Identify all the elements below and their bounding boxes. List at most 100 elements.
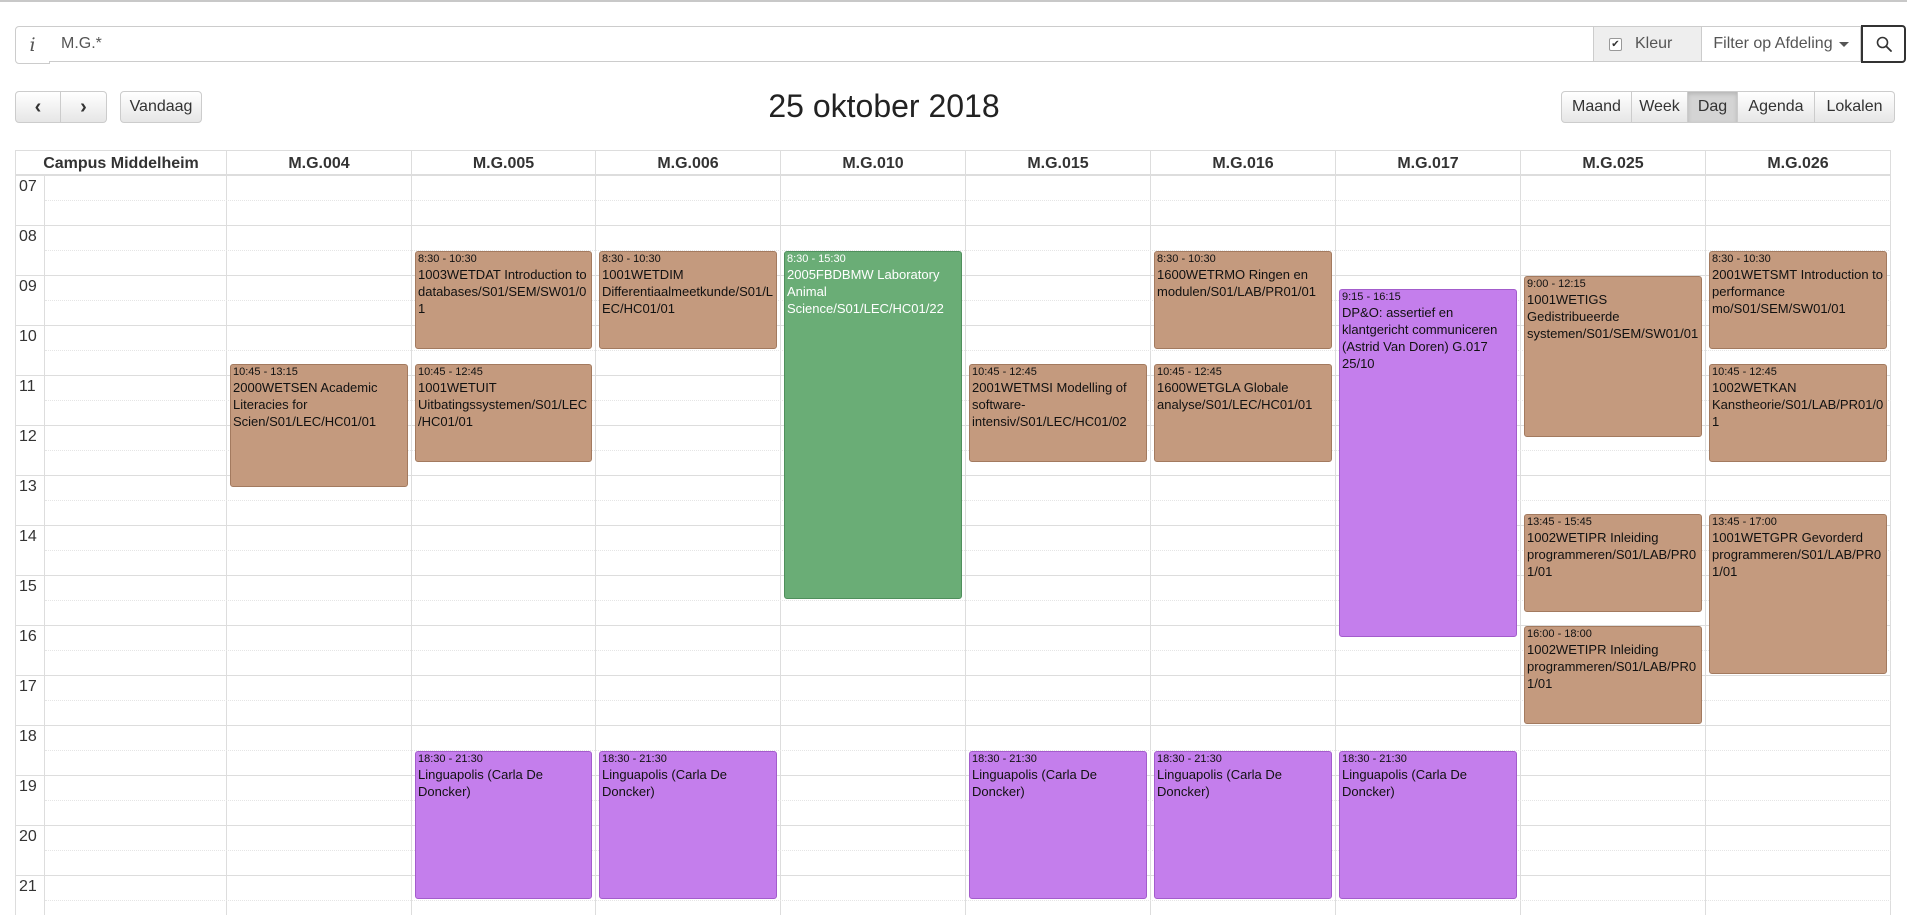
half-hour-line [45,250,1891,251]
calendar-event[interactable]: 8:30 - 10:30 1600WETRMO Ringen en modulen… [1154,251,1332,349]
event-time: 9:00 - 12:15 [1527,278,1586,290]
calendar-grid: 07 08 09 10 11 12 13 14 15 16 17 18 19 20 21 10:45 - 13… [15,175,1891,915]
calendar-event[interactable]: 13:45 - 15:45 1002WETIPR Inleiding progra… [1524,513,1702,612]
calendar-event[interactable]: 10:45 - 12:45 2001WETMSI Modelling of sof… [969,363,1147,462]
calendar-event[interactable]: 9:00 - 12:15 1001WETIGS Gedistribueerde s… [1524,276,1702,437]
calendar-event[interactable]: 10:45 - 12:45 1002WETKAN Kanstheorie/S01/… [1709,363,1887,462]
event-time: 13:45 - 17:00 [1712,515,1777,528]
search-bar: i ✔ Kleur Filter op Afdeling [15,25,1906,64]
grid-border [15,175,16,915]
today-button[interactable]: Vandaag [120,91,202,123]
event-title: 1001WETIGS Gedistribueerde systemen/S01/… [1527,292,1699,341]
event-time: 18:30 - 21:30 [602,753,667,765]
next-day-button[interactable]: › [61,91,107,123]
calendar-event[interactable]: 18:30 - 21:30 Linguapolis (Carla De Donck… [1154,751,1332,899]
event-time: 10:45 - 12:45 [1157,365,1222,378]
event-title: 2005FBDBMW Laboratory Animal Science/S01… [787,267,944,316]
calendar-event[interactable]: 8:30 - 15:30 2005FBDBMW Laboratory Animal… [784,251,962,599]
calendar-event[interactable]: 8:30 - 10:30 2001WETSMT Introduction to p… [1709,251,1887,349]
event-title: 2000WETSEN Academic Literacies for Scien… [233,379,378,429]
calendar-event[interactable]: 10:45 - 13:15 2000WETSEN Academic Literac… [230,363,408,487]
calendar-event[interactable]: 9:15 - 16:15 DP&O: assertief en klantgeri… [1339,288,1517,637]
search-input[interactable] [49,26,1594,62]
event-title: Linguapolis (Carla De Doncker) [1157,767,1283,799]
event-time: 10:45 - 12:45 [418,365,483,378]
hour-label: 20 [19,828,37,845]
search-button[interactable] [1861,25,1906,63]
color-checkbox[interactable]: ✔ [1609,37,1622,51]
view-lokalen-button[interactable]: Lokalen [1815,91,1895,123]
column-divider [226,175,227,915]
hour-line [15,825,1891,826]
hour-label: 15 [19,578,37,595]
event-time: 18:30 - 21:30 [1157,753,1222,765]
hour-label: 13 [19,478,37,495]
event-time: 8:30 - 10:30 [1157,253,1216,265]
hour-label: 17 [19,678,37,695]
hour-label: 09 [19,278,37,295]
calendar-event[interactable]: 8:30 - 10:30 1003WETDAT Introduction to d… [415,251,592,349]
window-top-border [0,0,1907,2]
calendar-event[interactable]: 10:45 - 12:45 1001WETUIT Uitbatingssystem… [415,363,592,462]
calendar-event[interactable]: 13:45 - 17:00 1001WETGPR Gevorderd progra… [1709,513,1887,674]
room-column-header: M.G.016 [1151,150,1336,175]
info-icon[interactable]: i [15,26,50,64]
hour-label: 08 [19,228,37,245]
caret-down-icon [1838,41,1849,47]
previous-day-button[interactable]: ‹ [15,91,61,123]
department-filter-dropdown[interactable]: Filter op Afdeling [1702,26,1861,62]
event-title: 1600WETRMO Ringen en modulen/S01/LAB/PR0… [1157,267,1316,299]
hour-line [15,175,1891,176]
hour-label: 07 [19,178,37,195]
event-time: 10:45 - 12:45 [1712,365,1777,378]
search-icon [1876,36,1892,52]
department-filter-label: Filter op Afdeling [1713,35,1833,52]
event-time: 10:45 - 12:45 [972,365,1037,378]
room-column-header: M.G.005 [412,150,596,175]
calendar-event[interactable]: 18:30 - 21:30 Linguapolis (Carla De Donck… [599,751,777,899]
event-time: 16:00 - 18:00 [1527,628,1592,640]
calendar-event[interactable]: 16:00 - 18:00 1002WETIPR Inleiding progra… [1524,626,1702,724]
event-title: DP&O: assertief en klantgericht communic… [1342,304,1498,371]
event-title: 1600WETGLA Globale analyse/S01/LEC/HC01/… [1157,379,1313,412]
event-time: 8:30 - 10:30 [1712,253,1771,265]
event-title: 1002WETIPR Inleiding programmeren/S01/LA… [1527,529,1697,579]
column-divider [1705,175,1706,915]
day-calendar: Campus Middelheim M.G.004 M.G.005 M.G.006 M.… [15,150,1891,915]
view-maand-button[interactable]: Maand [1561,91,1632,123]
event-time: 10:45 - 13:15 [233,365,298,378]
column-divider [780,175,781,915]
date-navigation: ‹ › [15,91,107,123]
event-title: Linguapolis (Carla De Doncker) [972,767,1098,799]
hour-line [15,725,1891,726]
half-hour-line [45,800,1891,801]
calendar-event[interactable]: 18:30 - 21:30 Linguapolis (Carla De Donck… [969,751,1147,899]
column-divider [1150,175,1151,915]
chevron-right-icon: › [80,95,87,118]
chevron-left-icon: ‹ [34,95,42,118]
view-agenda-button[interactable]: Agenda [1738,91,1815,123]
view-week-button[interactable]: Week [1632,91,1688,123]
event-title: 1002WETKAN Kanstheorie/S01/LAB/PR01/01 [1712,379,1884,429]
event-title: 1001WETUIT Uitbatingssystemen/S01/LEC/HC… [418,379,588,429]
half-hour-line [45,900,1891,901]
room-column-header: M.G.025 [1521,150,1706,175]
color-toggle[interactable]: ✔ Kleur [1594,26,1702,62]
calendar-event[interactable]: 10:45 - 12:45 1600WETGLA Globale analyse/… [1154,363,1332,462]
column-divider [1335,175,1336,915]
calendar-event[interactable]: 18:30 - 21:30 Linguapolis (Carla De Donck… [1339,751,1517,899]
time-axis-divider [44,175,45,915]
event-title: 2001WETMSI Modelling of software-intensi… [972,379,1127,429]
hour-line [15,775,1891,776]
calendar-event[interactable]: 18:30 - 21:30 Linguapolis (Carla De Donck… [415,751,592,899]
room-column-header: M.G.015 [966,150,1151,175]
calendar-event[interactable]: 8:30 - 10:30 1001WETDIM Differentiaalmeet… [599,251,777,349]
event-time: 8:30 - 15:30 [787,253,846,265]
view-switcher: Maand Week Dag Agenda Lokalen [1561,91,1895,123]
view-dag-button[interactable]: Dag [1688,91,1738,123]
column-divider [965,175,966,915]
event-title: 1002WETIPR Inleiding programmeren/S01/LA… [1527,642,1697,691]
event-time: 9:15 - 16:15 [1342,290,1401,303]
hour-line [15,875,1891,876]
column-divider [411,175,412,915]
